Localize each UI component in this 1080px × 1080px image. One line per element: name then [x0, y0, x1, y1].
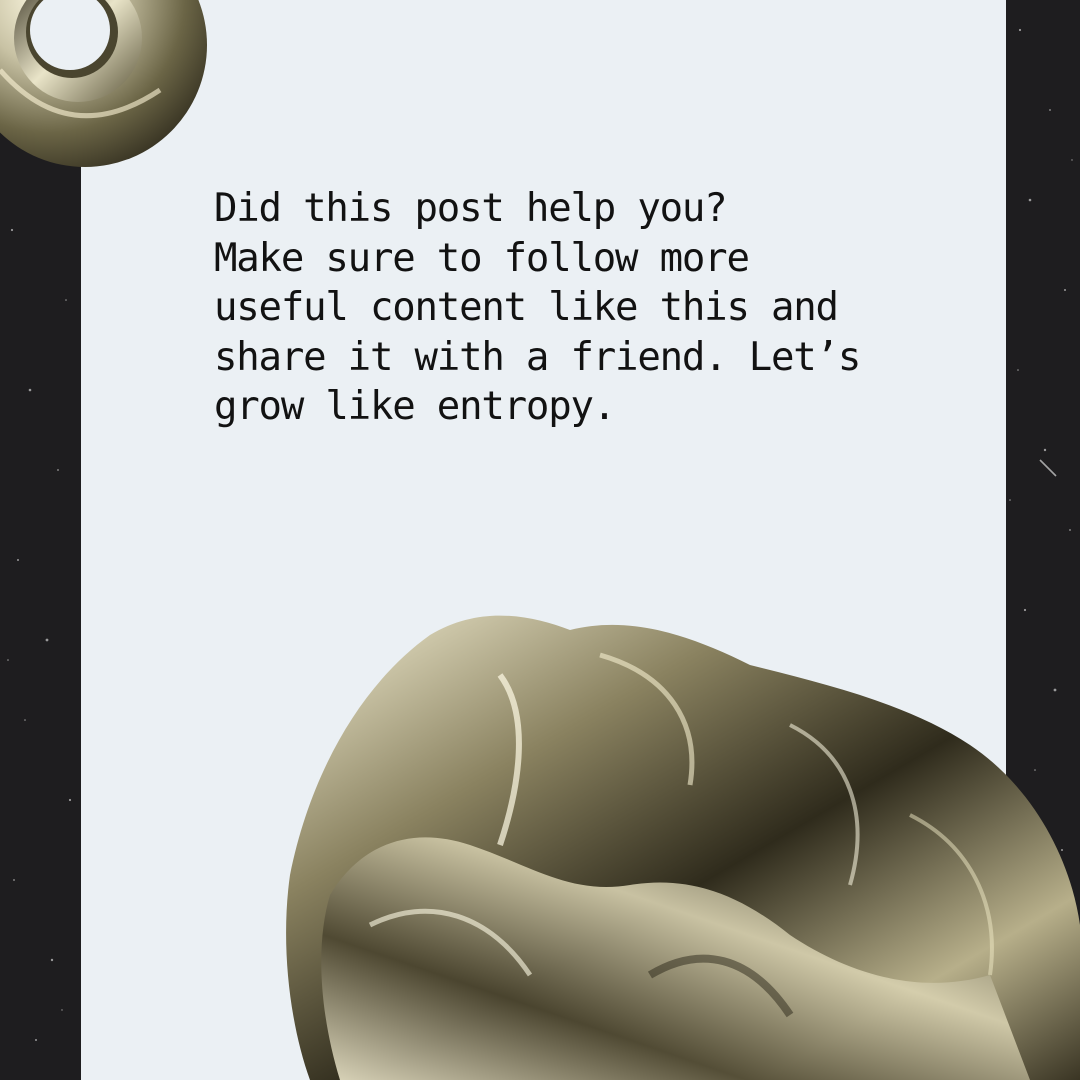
crumpled-metal-sculpture — [286, 615, 1080, 1080]
post-message: Did this post help you? Make sure to fol… — [214, 186, 861, 429]
post-canvas: Did this post help you? Make sure to fol… — [0, 0, 1080, 1080]
metallic-ring-graphic — [0, 0, 207, 167]
